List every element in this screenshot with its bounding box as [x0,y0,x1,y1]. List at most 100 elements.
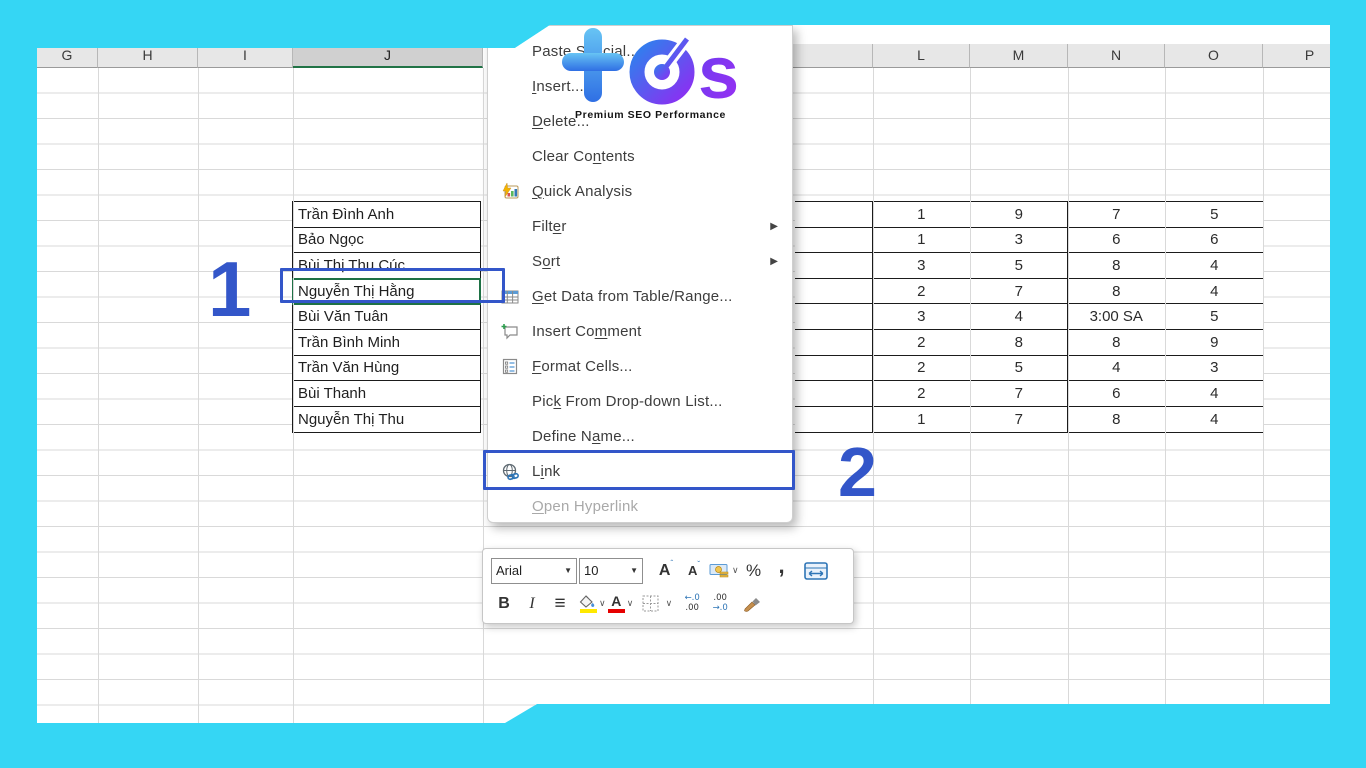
number-cell[interactable]: 6 [1068,228,1166,254]
menu-item-define-name[interactable]: Define Name... [488,419,792,454]
grid-vline [1165,68,1166,723]
number-cell[interactable]: 7 [1068,202,1166,228]
empty-cell[interactable] [795,202,873,228]
empty-cell[interactable] [795,253,873,279]
font-name-select[interactable]: Arial ▼ [491,558,577,584]
annotation-number-1: 1 [208,250,251,328]
empty-cell[interactable] [795,330,873,356]
number-cell[interactable]: 1 [873,228,971,254]
menu-item-sort[interactable]: Sort▶ [488,244,792,279]
number-cell[interactable]: 4 [1068,356,1166,382]
column-header-O[interactable]: O [1165,44,1263,68]
empty-cell[interactable] [795,304,873,330]
empty-cell[interactable] [795,356,873,382]
number-cell[interactable]: 6 [1166,228,1264,254]
column-header-I[interactable]: I [198,44,293,68]
menu-item-label: Quick Analysis [532,183,792,200]
column-header-P[interactable]: P [1263,44,1357,68]
number-cell[interactable]: 4 [1166,407,1264,433]
empty-cell[interactable] [795,279,873,305]
menu-item-insert-comment[interactable]: Insert Comment [488,314,792,349]
number-cell[interactable]: 1 [873,202,971,228]
quick-analysis-icon-slot [488,183,532,200]
name-cell[interactable]: Bảo Ngọc [293,228,480,254]
column-header-N[interactable]: N [1068,44,1165,68]
grid-vline [1263,68,1264,723]
menu-item-pick-from-list[interactable]: Pick From Drop-down List... [488,384,792,419]
column-header-J[interactable]: J [293,44,483,68]
number-cell[interactable]: 5 [971,356,1069,382]
number-cell[interactable]: 8 [1068,330,1166,356]
number-cell[interactable]: 8 [1068,407,1166,433]
number-cell[interactable]: 5 [1166,202,1264,228]
number-cell[interactable]: 8 [1068,253,1166,279]
empty-cell[interactable] [795,228,873,254]
number-cell[interactable]: 2 [873,356,971,382]
menu-item-label: Pick From Drop-down List... [532,393,792,410]
number-cell[interactable]: 4 [1166,253,1264,279]
number-cell[interactable]: 3 [1166,356,1264,382]
increase-decimal-button[interactable]: ←.0 .00 [679,590,705,618]
number-cell[interactable]: 5 [971,253,1069,279]
borders-button[interactable]: ∨ [642,590,673,618]
number-cell[interactable]: 9 [971,202,1069,228]
number-cell[interactable]: 3 [873,253,971,279]
number-cell[interactable]: 7 [971,381,1069,407]
number-cell[interactable]: 2 [873,330,971,356]
menu-item-quick-analysis[interactable]: Quick Analysis [488,174,792,209]
merge-center-button[interactable] [803,557,829,585]
increase-font-size-button[interactable]: A ˆ [653,557,679,585]
number-cell[interactable]: 8 [971,330,1069,356]
column-header-L[interactable]: L [873,44,970,68]
menu-item-format-cells[interactable]: Format Cells... [488,349,792,384]
column-header-partial[interactable] [793,44,873,68]
bold-button[interactable]: B [491,590,517,618]
number-cell[interactable]: 1 [873,407,971,433]
font-color-button[interactable]: A ∨ [608,590,634,618]
menu-item-clear-contents[interactable]: Clear Contents [488,139,792,174]
number-cell[interactable]: 3 [971,228,1069,254]
name-cell[interactable]: Bùi Văn Tuân [293,304,480,330]
accounting-format-button[interactable]: ∨ [709,557,739,585]
decrease-decimal-button[interactable]: .00 →.0 [707,590,733,618]
number-cell[interactable]: 9 [1166,330,1264,356]
number-cell[interactable]: 2 [873,279,971,305]
comma-style-button[interactable]: , [769,557,795,585]
column-header-H[interactable]: H [98,44,198,68]
tos-logo-icon: s [558,26,743,106]
align-center-button[interactable]: ≡ [547,590,573,618]
format-painter-button[interactable] [739,590,765,618]
merge-center-icon [804,562,828,580]
column-header-G[interactable]: G [37,44,98,68]
number-cell[interactable]: 3:00 SA [1068,304,1166,330]
fill-color-button[interactable]: ∨ [579,590,606,618]
number-cell[interactable]: 5 [1166,304,1264,330]
number-cell[interactable]: 7 [971,407,1069,433]
number-cell[interactable]: 7 [971,279,1069,305]
name-cell[interactable]: Nguyễn Thị Thu [293,407,480,433]
column-header-M[interactable]: M [970,44,1068,68]
number-cell[interactable]: 4 [1166,381,1264,407]
annotation-box-step2 [483,450,795,490]
number-cell[interactable]: 8 [1068,279,1166,305]
italic-button[interactable]: I [519,590,545,618]
menu-item-label: Format Cells... [532,358,792,375]
name-cell[interactable]: Trần Bình Minh [293,330,480,356]
number-cell[interactable]: 2 [873,381,971,407]
number-cell[interactable]: 4 [971,304,1069,330]
grid-vline [970,68,971,723]
empty-cell[interactable] [795,381,873,407]
percent-style-button[interactable]: % [741,557,767,585]
font-size-select[interactable]: 10 ▼ [579,558,643,584]
number-cell[interactable]: 4 [1166,279,1264,305]
name-cell[interactable]: Trần Văn Hùng [293,356,480,382]
empty-cell[interactable] [795,407,873,433]
percent-icon: % [746,561,761,581]
menu-item-get-data[interactable]: Get Data from Table/Range... [488,279,792,314]
menu-item-filter[interactable]: Filter▶ [488,209,792,244]
name-cell[interactable]: Trần Đình Anh [293,202,480,228]
number-cell[interactable]: 3 [873,304,971,330]
number-cell[interactable]: 6 [1068,381,1166,407]
name-cell[interactable]: Bùi Thanh [293,381,480,407]
decrease-font-size-button[interactable]: A ˇ [681,557,707,585]
